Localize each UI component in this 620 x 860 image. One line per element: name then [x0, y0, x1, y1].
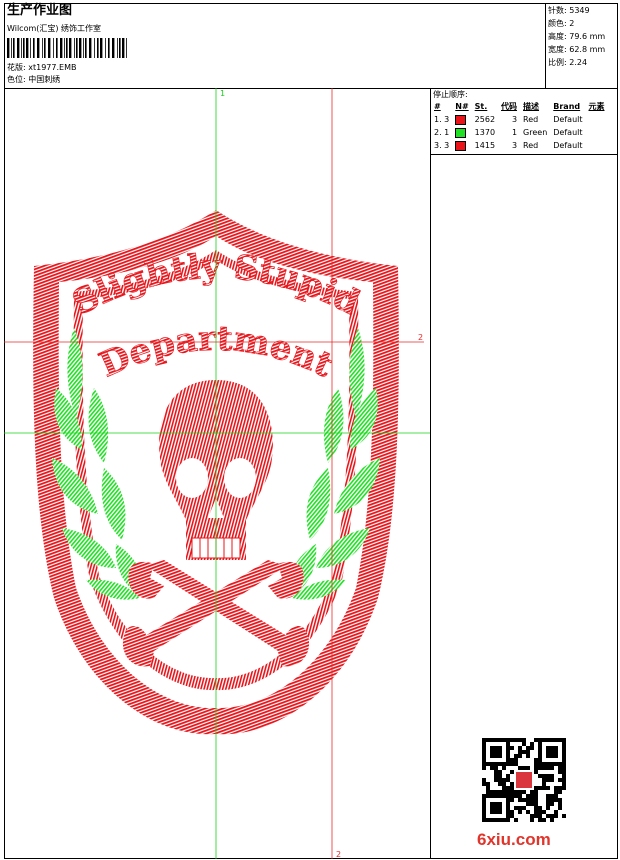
stat-scale: 比例: 2.24: [548, 58, 588, 67]
design-file-label: 花版:: [7, 63, 26, 72]
guide-label-right: 2: [418, 333, 423, 342]
color-swatch: [455, 127, 467, 138]
guide-label-top: 1: [220, 89, 225, 98]
design-text-line2: Department: [94, 319, 340, 386]
col-desc: 描述: [523, 102, 540, 111]
col-needle: N#: [455, 102, 469, 111]
col-brand: Brand: [553, 102, 581, 111]
qr-code: [482, 738, 566, 822]
barcode: [7, 38, 127, 58]
stat-width: 宽度: 62.8 mm: [548, 45, 606, 54]
color-position-value: 中国刺绣: [28, 75, 61, 84]
watermark-logo: 6xiu.com: [477, 830, 551, 849]
color-position-label: 色位:: [7, 75, 26, 84]
embroidery-design: Slightly Stupid Department 1 2 2: [4, 88, 430, 859]
col-stitches: St.: [474, 102, 488, 111]
stat-stitches: 针数: 5349: [548, 6, 590, 15]
stat-colors: 颜色: 2: [548, 19, 575, 28]
table-row: 3. 3 1415 3 Red Default: [434, 140, 583, 151]
col-seq: #: [434, 102, 441, 111]
color-swatch: [455, 114, 467, 125]
stat-height: 高度: 79.6 mm: [548, 32, 606, 41]
table-header-row: # N# St. 代码 描述 Brand 元素: [431, 100, 608, 113]
col-element: 元素: [588, 102, 605, 111]
design-file-row: 花版: xt1977.EMB: [7, 63, 76, 73]
guide-label-bottom: 2: [336, 850, 341, 859]
color-position-row: 色位: 中国刺绣: [7, 75, 60, 85]
stop-sequence-label: 停止顺序:: [433, 90, 468, 99]
col-code: 代码: [501, 102, 518, 111]
software-label: Wilcom(汇宝) 绣饰工作室: [7, 24, 102, 33]
stop-sequence-table: # N# St. 代码 描述 Brand 元素 1. 3 2562 3 Red …: [431, 100, 608, 152]
page-title: 生产作业图: [7, 3, 73, 18]
divider-line: [430, 155, 431, 859]
table-row: 2. 1 1370 1 Green Default: [434, 127, 583, 138]
table-row: 1. 3 2562 3 Red Default: [434, 114, 583, 125]
design-file-value: xt1977.EMB: [28, 63, 77, 72]
color-swatch: [455, 140, 467, 151]
production-sheet: 生产作业图 Wilcom(汇宝) 绣饰工作室 花版: xt1977.EMB 色位…: [0, 0, 620, 860]
